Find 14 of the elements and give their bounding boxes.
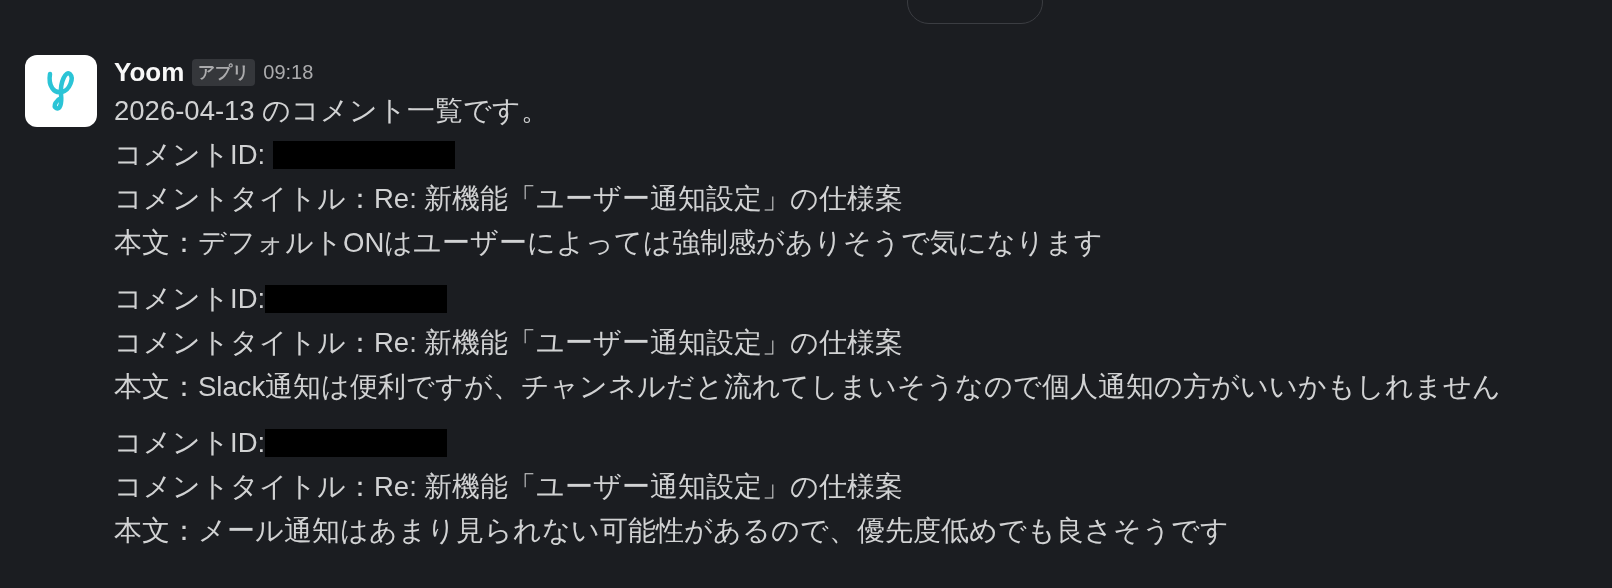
comment-id-label: コメントID: bbox=[114, 426, 266, 460]
app-badge: アプリ bbox=[192, 58, 256, 86]
comment-body: 本文：デフォルトONはユーザーによっては強制感がありそうで気になります bbox=[114, 226, 1104, 260]
message-time[interactable]: 09:18 bbox=[263, 60, 314, 84]
message-text: 2026-04-13 のコメント一覧です。 bbox=[114, 94, 550, 128]
comment-body: 本文：Slack通知は便利ですが、チャンネルだと流れてしまいそうなので個人通知の方がいいかもしれません bbox=[114, 370, 1502, 404]
comment-body: 本文：メール通知はあまり見られない可能性があるので、優先度低めでも良さそうです bbox=[114, 514, 1229, 548]
comment-id-label: コメントID: bbox=[114, 282, 266, 316]
sender-name[interactable]: Yoom bbox=[114, 56, 185, 88]
comment-title: コメントタイトル：Re: 新機能「ユーザー通知設定」の仕様案 bbox=[114, 182, 904, 216]
comment-id-label: コメントID: bbox=[114, 138, 267, 172]
comment-title: コメントタイトル：Re: 新機能「ユーザー通知設定」の仕様案 bbox=[114, 470, 904, 504]
comment-title: コメントタイトル：Re: 新機能「ユーザー通知設定」の仕様案 bbox=[114, 326, 904, 360]
app-avatar[interactable] bbox=[25, 55, 97, 127]
